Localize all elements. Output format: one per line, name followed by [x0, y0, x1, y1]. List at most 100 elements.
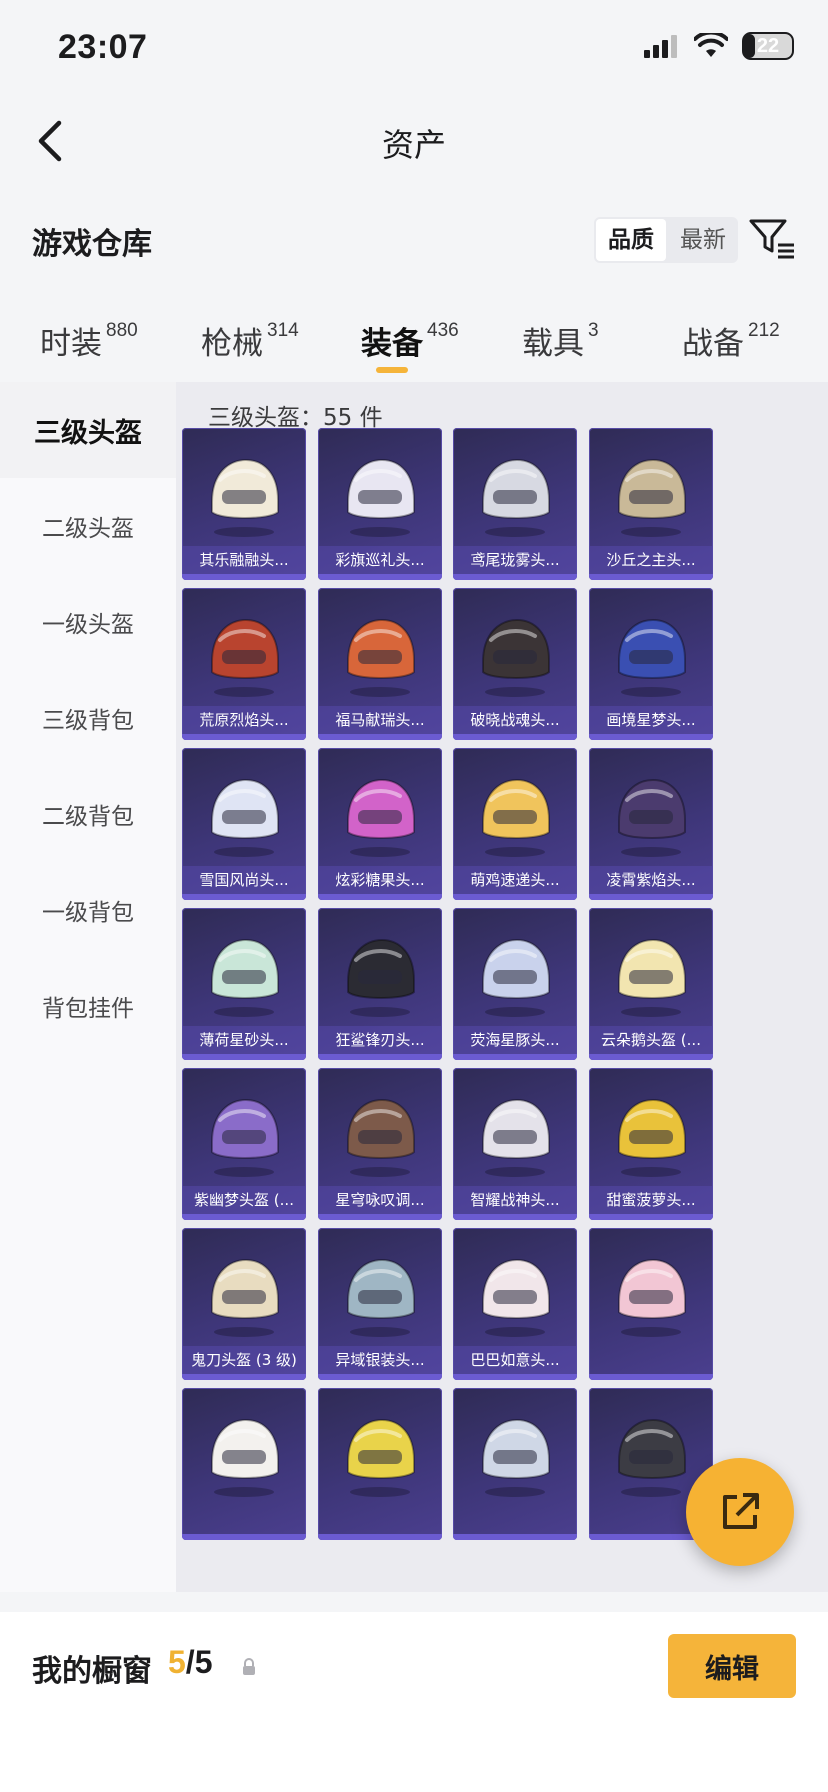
- helmet-tile[interactable]: 破晓战魂头...: [453, 588, 577, 740]
- helmet-tile[interactable]: 狂鲨锋刃头...: [318, 908, 442, 1060]
- helmet-icon: [482, 778, 550, 857]
- tile-rarity-bar: [182, 1054, 306, 1060]
- helmet-tile[interactable]: 巴巴如意头...: [453, 1228, 577, 1380]
- tile-rarity-bar: [318, 734, 442, 740]
- helmet-tile[interactable]: 荒原烈焰头...: [182, 588, 306, 740]
- helmet-tile[interactable]: [182, 1388, 306, 1540]
- tab-count: 3: [588, 320, 599, 341]
- helmet-tile[interactable]: 炫彩糖果头...: [318, 748, 442, 900]
- sidebar-item-level2-helmet[interactable]: 二级头盔: [0, 478, 176, 574]
- helmet-tile[interactable]: 薄荷星砂头...: [182, 908, 306, 1060]
- helmet-tile[interactable]: [589, 1228, 713, 1380]
- tile-rarity-bar: [318, 1214, 442, 1220]
- helmet-icon: [347, 618, 415, 697]
- status-time: 23:07: [58, 28, 148, 66]
- helmet-tile[interactable]: 其乐融融头...: [182, 428, 306, 580]
- tile-rarity-bar: [589, 894, 713, 900]
- tile-rarity-bar: [589, 1214, 713, 1220]
- tab-vehicles[interactable]: 载具 3: [522, 318, 599, 363]
- sort-toggle: 品质 最新: [594, 217, 738, 263]
- helmet-icon: [211, 938, 279, 1017]
- sidebar-item-level3-backpack[interactable]: 三级背包: [0, 670, 176, 766]
- helmet-icon: [211, 618, 279, 697]
- tile-rarity-bar: [453, 1374, 577, 1380]
- helmet-tile-label: 甜蜜菠萝头...: [589, 1186, 713, 1214]
- tab-label: 载具: [522, 326, 584, 362]
- helmet-tile[interactable]: 甜蜜菠萝头...: [589, 1068, 713, 1220]
- tab-label: 时装: [40, 326, 102, 362]
- tile-rarity-bar: [318, 1054, 442, 1060]
- helmet-tile[interactable]: 彩旗巡礼头...: [318, 428, 442, 580]
- sidebar-item-backpack-charm[interactable]: 背包挂件: [0, 958, 176, 1054]
- helmet-tile[interactable]: 紫幽梦头盔 (...: [182, 1068, 306, 1220]
- helmet-tile[interactable]: 智耀战神头...: [453, 1068, 577, 1220]
- helmet-tile-label: 福马献瑞头...: [318, 706, 442, 734]
- tile-rarity-bar: [589, 1374, 713, 1380]
- sidebar-item-level3-helmet[interactable]: 三级头盔: [0, 382, 176, 478]
- helmet-tile[interactable]: [453, 1388, 577, 1540]
- tile-rarity-bar: [182, 894, 306, 900]
- helmet-icon: [211, 1418, 279, 1497]
- grid-header: 三级头盔：55 件: [208, 405, 383, 431]
- bottom-bar: 我的橱窗 5/5 编辑: [0, 1612, 828, 1792]
- showcase-count: 5/5: [168, 1644, 212, 1681]
- helmet-icon: [347, 778, 415, 857]
- helmet-tile-label: 云朵鹅头盔 (...: [589, 1026, 713, 1054]
- helmet-tile-label: 其乐融融头...: [182, 546, 306, 574]
- helmet-tile[interactable]: 画境星梦头...: [589, 588, 713, 740]
- sort-quality-button[interactable]: 品质: [596, 219, 666, 261]
- tile-rarity-bar: [453, 1214, 577, 1220]
- sidebar-item-level1-backpack[interactable]: 一级背包: [0, 862, 176, 958]
- tile-rarity-bar: [453, 734, 577, 740]
- helmet-icon: [482, 1418, 550, 1497]
- tab-supplies[interactable]: 战备 212: [682, 318, 780, 363]
- helmet-tile[interactable]: 鸢尾珑雾头...: [453, 428, 577, 580]
- helmet-tile[interactable]: 沙丘之主头...: [589, 428, 713, 580]
- battery-icon: 22: [742, 32, 794, 60]
- helmet-icon: [482, 618, 550, 697]
- status-icons: 22: [644, 32, 794, 60]
- helmet-icon: [482, 1258, 550, 1337]
- tile-rarity-bar: [318, 574, 442, 580]
- helmet-tile[interactable]: 荧海星豚头...: [453, 908, 577, 1060]
- filter-icon[interactable]: [748, 217, 796, 261]
- helmet-icon: [347, 938, 415, 1017]
- helmet-tile-label: 智耀战神头...: [453, 1186, 577, 1214]
- tile-rarity-bar: [589, 1054, 713, 1060]
- sidebar-item-level1-helmet[interactable]: 一级头盔: [0, 574, 176, 670]
- helmet-tile[interactable]: 萌鸡速递头...: [453, 748, 577, 900]
- tile-rarity-bar: [318, 894, 442, 900]
- helmet-tile[interactable]: 福马献瑞头...: [318, 588, 442, 740]
- helmet-tile[interactable]: [318, 1388, 442, 1540]
- tile-rarity-bar: [589, 734, 713, 740]
- sort-newest-button[interactable]: 最新: [668, 217, 738, 263]
- helmet-tile[interactable]: 雪国风尚头...: [182, 748, 306, 900]
- helmet-tile-label: 彩旗巡礼头...: [318, 546, 442, 574]
- helmet-tile[interactable]: 异域银装头...: [318, 1228, 442, 1380]
- sidebar-item-level2-backpack[interactable]: 二级背包: [0, 766, 176, 862]
- helmet-tile[interactable]: 鬼刀头盔 (3 级): [182, 1228, 306, 1380]
- tab-count: 436: [427, 320, 459, 341]
- share-button[interactable]: [686, 1458, 794, 1566]
- tab-label: 战备: [682, 326, 744, 362]
- tab-fashion[interactable]: 时装 880: [40, 318, 138, 363]
- item-grid: 三级头盔：55 件 其乐融融头... 彩旗巡礼头... 鸢尾珑雾头... 沙丘之主头.…: [176, 382, 828, 1592]
- helmet-tile[interactable]: 云朵鹅头盔 (...: [589, 908, 713, 1060]
- tab-guns[interactable]: 枪械 314: [201, 318, 299, 363]
- tile-rarity-bar: [453, 1534, 577, 1540]
- tile-rarity-bar: [182, 574, 306, 580]
- helmet-icon: [618, 778, 686, 857]
- active-tab-indicator: [376, 367, 408, 373]
- edit-button[interactable]: 编辑: [668, 1634, 796, 1698]
- helmet-icon: [211, 778, 279, 857]
- tab-equipment[interactable]: 装备 436: [361, 318, 459, 363]
- helmet-tile-label: 炫彩糖果头...: [318, 866, 442, 894]
- section-title: 游戏仓库: [32, 227, 152, 262]
- helmet-icon: [482, 938, 550, 1017]
- tile-rarity-bar: [318, 1374, 442, 1380]
- helmet-tile-label: 凌霄紫焰头...: [589, 866, 713, 894]
- helmet-tile-label: 鬼刀头盔 (3 级): [182, 1346, 306, 1374]
- helmet-tile[interactable]: 凌霄紫焰头...: [589, 748, 713, 900]
- helmet-tile[interactable]: 星穹咏叹调...: [318, 1068, 442, 1220]
- cellular-signal-icon: [644, 35, 677, 58]
